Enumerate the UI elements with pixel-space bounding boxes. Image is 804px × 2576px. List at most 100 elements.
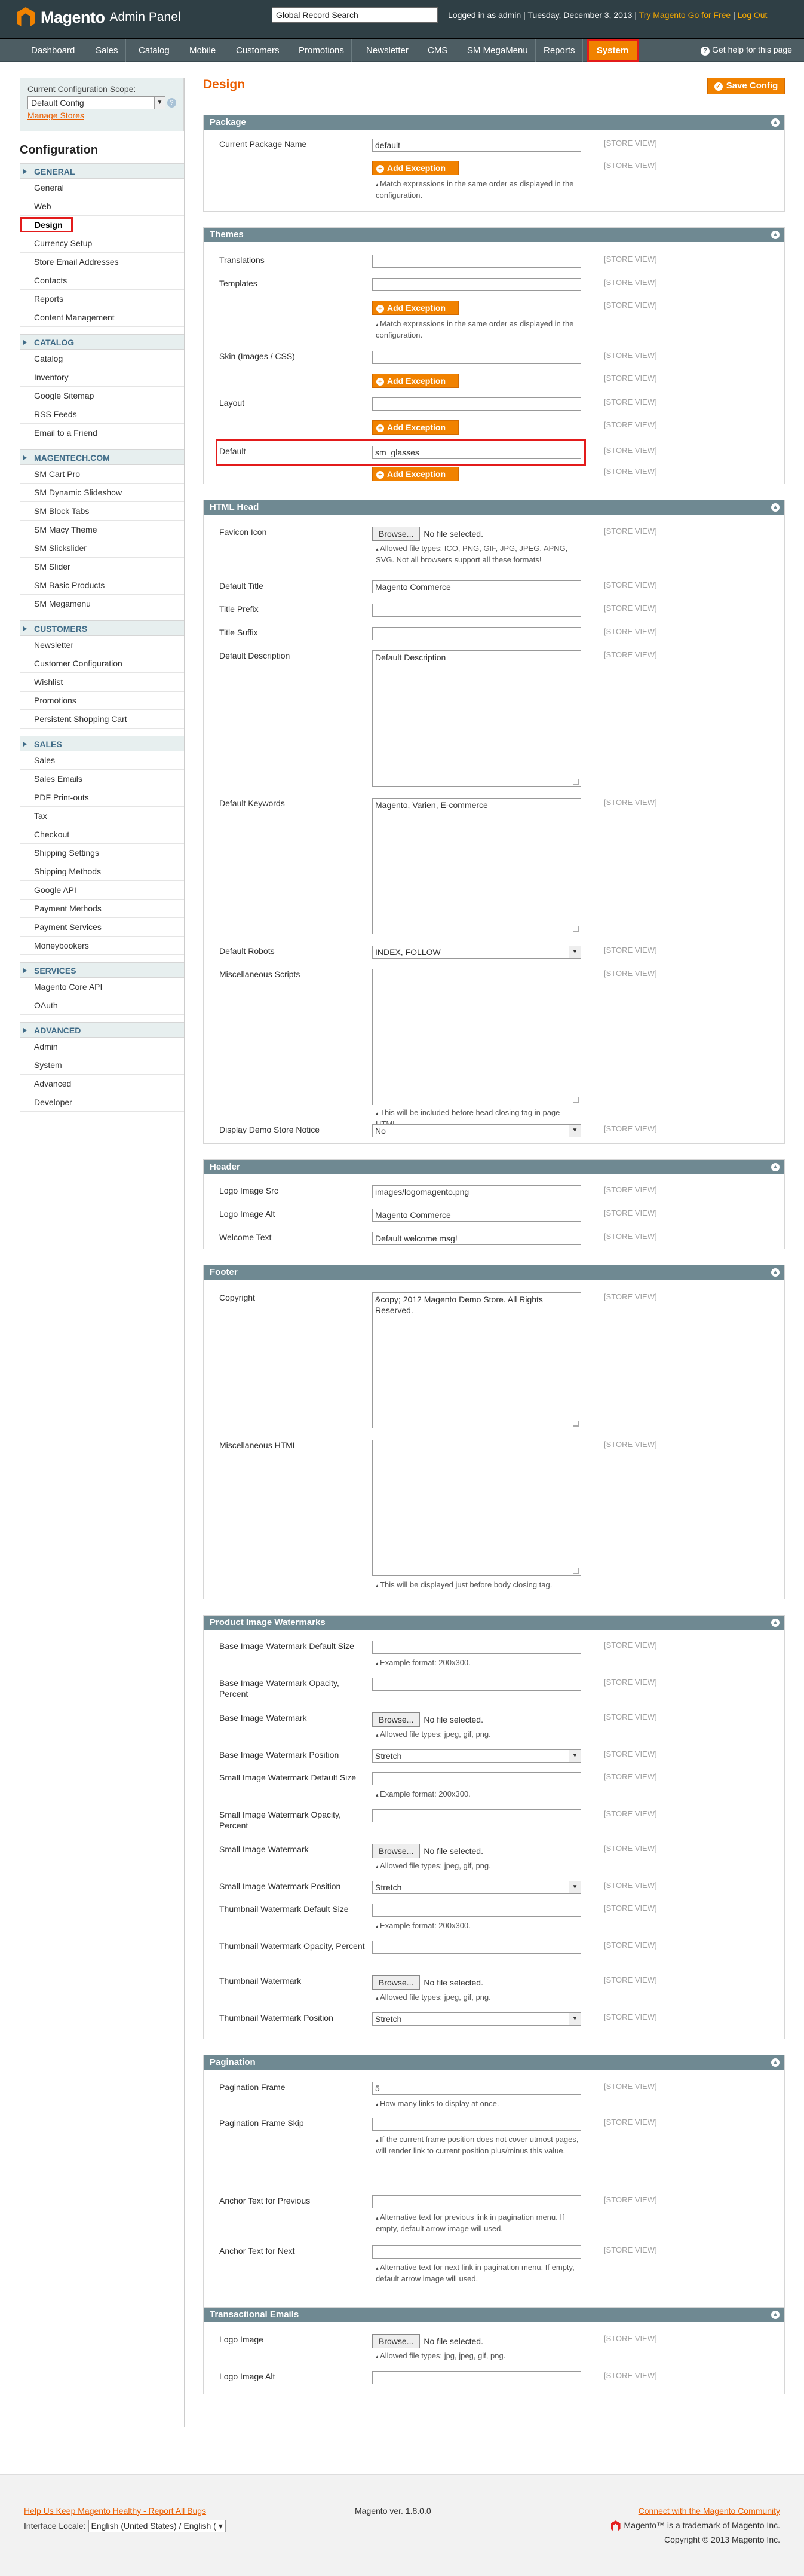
skin-input[interactable]	[372, 351, 581, 364]
sidebar-item[interactable]: System	[20, 1056, 184, 1075]
title-prefix-input[interactable]	[372, 604, 581, 617]
config-group-header[interactable]: SALES	[20, 736, 184, 751]
config-group-header[interactable]: CUSTOMERS	[20, 620, 184, 636]
sidebar-item[interactable]: Currency Setup	[20, 234, 184, 253]
sidebar-item[interactable]: Contacts	[20, 271, 184, 290]
base-wm-position-select[interactable]: Stretch ▼	[372, 1749, 581, 1763]
sidebar-item[interactable]: Moneybookers	[20, 937, 184, 955]
try-magento-link[interactable]: Try Magento Go for Free	[639, 10, 731, 20]
sidebar-item[interactable]: Content Management	[20, 308, 184, 327]
resize-grip[interactable]	[573, 926, 579, 932]
sidebar-item[interactable]: Store Email Addresses	[20, 253, 184, 271]
sidebar-item[interactable]: Payment Services	[20, 918, 184, 937]
resize-grip[interactable]	[573, 1568, 579, 1574]
sidebar-item[interactable]: Sales	[20, 751, 184, 770]
package-name-input[interactable]: default	[372, 139, 581, 152]
community-link[interactable]: Connect with the Magento Community	[639, 2506, 780, 2516]
welcome-text-input[interactable]: Default welcome msg!	[372, 1232, 581, 1245]
browse-button[interactable]: Browse...	[372, 527, 421, 541]
logo-src-input[interactable]: images/logomagento.png	[372, 1185, 581, 1198]
default-description-textarea[interactable]: Default Description	[372, 650, 581, 787]
report-bugs-link[interactable]: Help Us Keep Magento Healthy - Report Al…	[24, 2506, 206, 2516]
scope-select[interactable]: Default Config ▼	[27, 96, 165, 109]
pagination-frame-input[interactable]: 5	[372, 2082, 581, 2095]
browse-button[interactable]: Browse...	[372, 1844, 421, 1858]
sidebar-item[interactable]: Checkout	[20, 825, 184, 844]
config-group-header[interactable]: GENERAL	[20, 163, 184, 179]
small-wm-file-input[interactable]: Browse... No file selected.	[372, 1844, 483, 1858]
section-header[interactable]: Package ▲	[204, 115, 784, 130]
sidebar-item[interactable]: RSS Feeds	[20, 405, 184, 424]
layout-input[interactable]	[372, 397, 581, 411]
locale-select[interactable]: English (United States) / English ( ▾	[88, 2520, 226, 2532]
sidebar-item[interactable]: General	[20, 179, 184, 197]
thumb-wm-file-input[interactable]: Browse... No file selected.	[372, 1975, 483, 1990]
sidebar-item[interactable]: Customer Configuration	[20, 654, 184, 673]
section-header[interactable]: Themes ▲	[204, 228, 784, 242]
save-config-button[interactable]: ✓ Save Config	[707, 78, 785, 94]
nav-mobile[interactable]: Mobile	[182, 39, 224, 62]
sidebar-item[interactable]: SM Slider	[20, 558, 184, 576]
logo-alt-input[interactable]: Magento Commerce	[372, 1209, 581, 1222]
add-exception-button[interactable]: + Add Exception	[372, 420, 459, 435]
section-header[interactable]: Footer ▲	[204, 1265, 784, 1280]
resize-grip[interactable]	[573, 1097, 579, 1103]
sidebar-item[interactable]: Magento Core API	[20, 978, 184, 996]
sidebar-item[interactable]: Shipping Methods	[20, 862, 184, 881]
nav-promotions[interactable]: Promotions	[291, 39, 352, 62]
logout-link[interactable]: Log Out	[738, 10, 768, 20]
base-wm-file-input[interactable]: Browse... No file selected.	[372, 1712, 483, 1727]
anchor-prev-input[interactable]	[372, 2195, 581, 2208]
default-robots-select[interactable]: INDEX, FOLLOW ▼	[372, 946, 581, 959]
sidebar-item[interactable]: Catalog	[20, 350, 184, 368]
misc-html-textarea[interactable]	[372, 1440, 581, 1576]
nav-sm-megamenu[interactable]: SM MegaMenu	[460, 39, 536, 62]
sidebar-item[interactable]: Wishlist	[20, 673, 184, 692]
help-link[interactable]: ? Get help for this page	[701, 45, 792, 56]
section-header[interactable]: Transactional Emails ▲	[204, 2308, 784, 2322]
small-wm-opacity-input[interactable]	[372, 1809, 581, 1822]
sidebar-item[interactable]: PDF Print-outs	[20, 788, 184, 807]
add-exception-button[interactable]: + Add Exception	[372, 161, 459, 175]
anchor-next-input[interactable]	[372, 2245, 581, 2259]
info-icon[interactable]: ?	[167, 98, 176, 108]
sidebar-item[interactable]: Inventory	[20, 368, 184, 387]
add-exception-button[interactable]: + Add Exception	[372, 467, 459, 481]
copyright-textarea[interactable]: &copy; 2012 Magento Demo Store. All Righ…	[372, 1292, 581, 1428]
small-wm-size-input[interactable]	[372, 1772, 581, 1785]
sidebar-item[interactable]: Payment Methods	[20, 900, 184, 918]
section-header[interactable]: Product Image Watermarks ▲	[204, 1616, 784, 1630]
browse-button[interactable]: Browse...	[372, 1712, 421, 1727]
sidebar-item[interactable]: Email to a Friend	[20, 424, 184, 442]
nav-cms[interactable]: CMS	[421, 39, 456, 62]
section-header[interactable]: Header ▲	[204, 1160, 784, 1174]
config-group-header[interactable]: SERVICES	[20, 962, 184, 978]
nav-sales[interactable]: Sales	[88, 39, 126, 62]
config-group-header[interactable]: MAGENTECH.COM	[20, 449, 184, 465]
sidebar-item[interactable]: Shipping Settings	[20, 844, 184, 862]
sidebar-item[interactable]: SM Cart Pro	[20, 465, 184, 484]
sidebar-item[interactable]: SM Macy Theme	[20, 521, 184, 539]
sidebar-item[interactable]: Persistent Shopping Cart	[20, 710, 184, 729]
default-keywords-textarea[interactable]: Magento, Varien, E-commerce	[372, 798, 581, 934]
nav-customers[interactable]: Customers	[229, 39, 287, 62]
config-group-header[interactable]: ADVANCED	[20, 1022, 184, 1038]
sidebar-item[interactable]: SM Basic Products	[20, 576, 184, 595]
nav-newsletter[interactable]: Newsletter	[359, 39, 416, 62]
email-logo-alt-input[interactable]	[372, 2371, 581, 2384]
pagination-skip-input[interactable]	[372, 2118, 581, 2131]
templates-input[interactable]	[372, 278, 581, 291]
small-wm-position-select[interactable]: Stretch ▼	[372, 1881, 581, 1894]
sidebar-item[interactable]: SM Slickslider	[20, 539, 184, 558]
email-logo-file-input[interactable]: Browse... No file selected.	[372, 2334, 483, 2348]
sidebar-item[interactable]: Developer	[20, 1093, 184, 1112]
title-suffix-input[interactable]	[372, 627, 581, 640]
sidebar-item[interactable]: SM Dynamic Slideshow	[20, 484, 184, 502]
sidebar-item[interactable]: Google API	[20, 881, 184, 900]
config-group-header[interactable]: CATALOG	[20, 334, 184, 350]
section-header[interactable]: HTML Head ▲	[204, 500, 784, 515]
sidebar-item[interactable]: Google Sitemap	[20, 387, 184, 405]
translations-input[interactable]	[372, 255, 581, 268]
sidebar-item[interactable]: Tax	[20, 807, 184, 825]
sidebar-item[interactable]: Admin	[20, 1038, 184, 1056]
